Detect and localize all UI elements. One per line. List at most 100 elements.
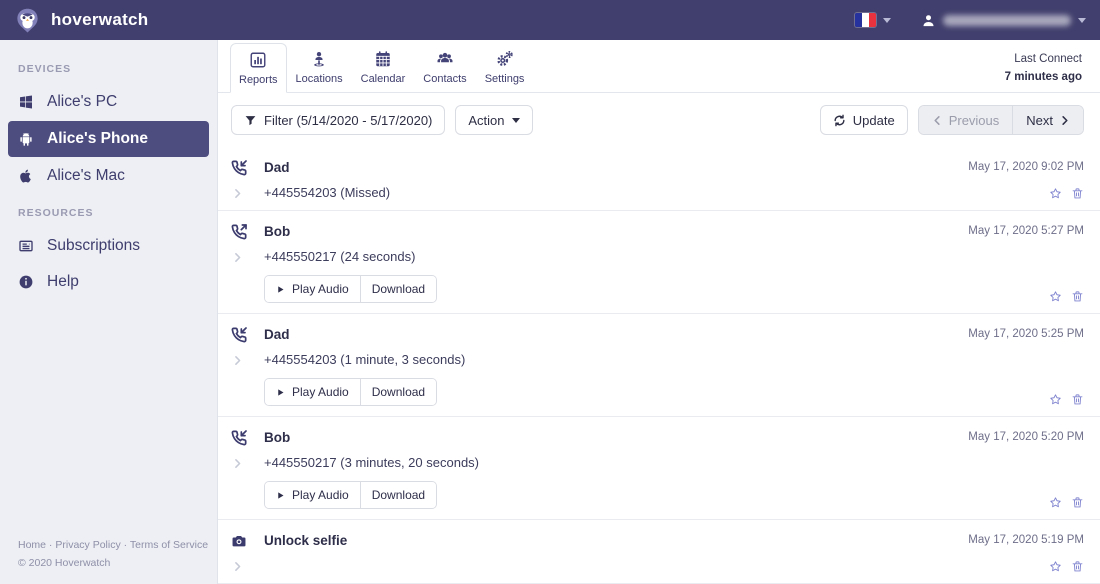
record-timestamp: May 17, 2020 5:25 PM <box>968 328 1084 340</box>
sidebar-item-subscriptions[interactable]: Subscriptions <box>0 228 217 264</box>
play-audio-button[interactable]: Play Audio <box>265 276 360 302</box>
hoverwatch-owl-logo-icon <box>14 7 41 34</box>
tab-contacts[interactable]: Contacts <box>414 42 475 92</box>
contacts-icon <box>436 50 454 68</box>
settings-icon <box>496 50 514 68</box>
sidebar-section: DEVICES Alice's PC Alice's Phone Alice's… <box>0 63 217 194</box>
chevron-down-icon <box>1078 17 1086 23</box>
delete-trash-icon[interactable] <box>1071 393 1084 406</box>
locations-icon <box>310 50 328 68</box>
record-content: Bob +445550217 (3 minutes, 20 seconds) P… <box>264 429 924 509</box>
record-meta: May 17, 2020 5:27 PM <box>924 223 1084 303</box>
favorite-star-icon[interactable] <box>1049 187 1062 200</box>
favorite-star-icon[interactable] <box>1049 290 1062 303</box>
sidebar-section-label: RESOURCES <box>18 207 94 219</box>
last-connect-status: Last Connect 7 minutes ago <box>1005 51 1082 87</box>
next-button[interactable]: Next <box>1012 106 1083 134</box>
sidebar-item-help[interactable]: Help <box>0 264 217 300</box>
record-left <box>231 326 264 406</box>
download-button[interactable]: Download <box>359 482 437 508</box>
delete-trash-icon[interactable] <box>1071 560 1084 573</box>
last-connect-value: 7 minutes ago <box>1004 70 1082 83</box>
play-audio-label: Play Audio <box>292 282 349 296</box>
record-title: Dad <box>264 327 290 342</box>
apple-icon <box>18 168 34 184</box>
play-audio-button[interactable]: Play Audio <box>265 379 360 405</box>
delete-trash-icon[interactable] <box>1071 290 1084 303</box>
chevron-right-icon <box>1059 115 1070 126</box>
download-button[interactable]: Download <box>359 379 437 405</box>
sidebar-item-alice-s-mac[interactable]: Alice's Mac <box>0 158 217 194</box>
previous-button[interactable]: Previous <box>918 106 1013 134</box>
record-detail: +445550217 (24 seconds) <box>264 249 416 264</box>
record-actions <box>1049 290 1084 303</box>
download-label: Download <box>371 282 426 296</box>
expand-chevron-icon[interactable] <box>231 561 243 572</box>
tab-label: Reports <box>239 74 278 86</box>
record-left <box>231 532 264 573</box>
record-timestamp: May 17, 2020 9:02 PM <box>968 161 1084 173</box>
play-audio-button[interactable]: Play Audio <box>265 482 360 508</box>
record-title: Bob <box>264 224 291 239</box>
sidebar-item-alice-s-phone[interactable]: Alice's Phone <box>8 121 209 157</box>
footer-link-terms-of-service[interactable]: Terms of Service <box>130 539 208 551</box>
record-detail: +445554203 (Missed) <box>264 185 391 200</box>
tab-reports[interactable]: Reports <box>230 43 287 93</box>
record-row: Dad +445554203 (Missed) May 17, 2020 9:0… <box>218 147 1100 211</box>
update-button[interactable]: Update <box>819 105 908 135</box>
record-detail <box>264 558 924 573</box>
record-timestamp: May 17, 2020 5:19 PM <box>968 534 1084 546</box>
expand-chevron-icon[interactable] <box>231 252 243 263</box>
footer-link-privacy-policy[interactable]: Privacy Policy <box>55 539 120 551</box>
sidebar-item-label: Subscriptions <box>47 237 141 254</box>
user-account-menu[interactable] <box>921 13 1086 28</box>
previous-label: Previous <box>948 112 1000 128</box>
record-timestamp: May 17, 2020 5:27 PM <box>968 225 1084 237</box>
record-row: Unlock selfie May 17, 2020 5:19 PM <box>218 520 1100 584</box>
pagination-group: Previous Next <box>917 105 1084 135</box>
brand-title: hoverwatch <box>51 10 149 29</box>
action-dropdown-button[interactable]: Action <box>455 105 533 135</box>
update-label: Update <box>852 112 895 128</box>
play-audio-label: Play Audio <box>292 488 349 502</box>
records-list: Dad +445554203 (Missed) May 17, 2020 9:0… <box>218 147 1100 584</box>
audio-button-group: Play Audio Download <box>264 378 438 406</box>
expand-chevron-icon[interactable] <box>231 188 243 199</box>
tab-locations[interactable]: Locations <box>287 42 352 92</box>
delete-trash-icon[interactable] <box>1071 496 1084 509</box>
tab-label: Contacts <box>423 73 467 85</box>
sidebar-item-label: Alice's Phone <box>47 130 149 147</box>
record-meta: May 17, 2020 5:19 PM <box>924 532 1084 573</box>
subscriptions-icon <box>18 238 34 254</box>
record-title: Bob <box>264 430 291 445</box>
download-button[interactable]: Download <box>359 276 437 302</box>
footer-links: Home · Privacy Policy · Terms of Service <box>18 539 209 552</box>
sidebar-item-alice-s-pc[interactable]: Alice's PC <box>0 84 217 120</box>
record-actions <box>1049 393 1084 406</box>
play-audio-label: Play Audio <box>292 385 349 399</box>
favorite-star-icon[interactable] <box>1049 393 1062 406</box>
record-meta: May 17, 2020 5:20 PM <box>924 429 1084 509</box>
french-flag-icon <box>855 13 876 27</box>
tab-calendar[interactable]: Calendar <box>352 42 415 92</box>
delete-trash-icon[interactable] <box>1071 187 1084 200</box>
last-connect-label: Last Connect <box>1014 53 1082 65</box>
record-left <box>231 223 264 303</box>
sidebar: DEVICES Alice's PC Alice's Phone Alice's… <box>0 40 218 584</box>
tab-settings[interactable]: Settings <box>476 42 534 92</box>
expand-chevron-icon[interactable] <box>231 458 243 469</box>
favorite-star-icon[interactable] <box>1049 560 1062 573</box>
favorite-star-icon[interactable] <box>1049 496 1062 509</box>
sidebar-item-label: Alice's Mac <box>47 167 125 184</box>
android-icon <box>18 131 34 147</box>
language-selector[interactable] <box>855 13 891 27</box>
footer-link-home[interactable]: Home <box>18 539 46 551</box>
chevron-down-icon <box>883 17 891 23</box>
reports-icon <box>249 51 267 69</box>
expand-chevron-icon[interactable] <box>231 355 243 366</box>
next-label: Next <box>1026 112 1053 128</box>
record-title: Dad <box>264 160 290 175</box>
record-row: Dad +445554203 (1 minute, 3 seconds) Pla… <box>218 314 1100 417</box>
filter-button[interactable]: Filter (5/14/2020 - 5/17/2020) <box>231 105 446 135</box>
record-content: Dad +445554203 (1 minute, 3 seconds) Pla… <box>264 326 924 406</box>
